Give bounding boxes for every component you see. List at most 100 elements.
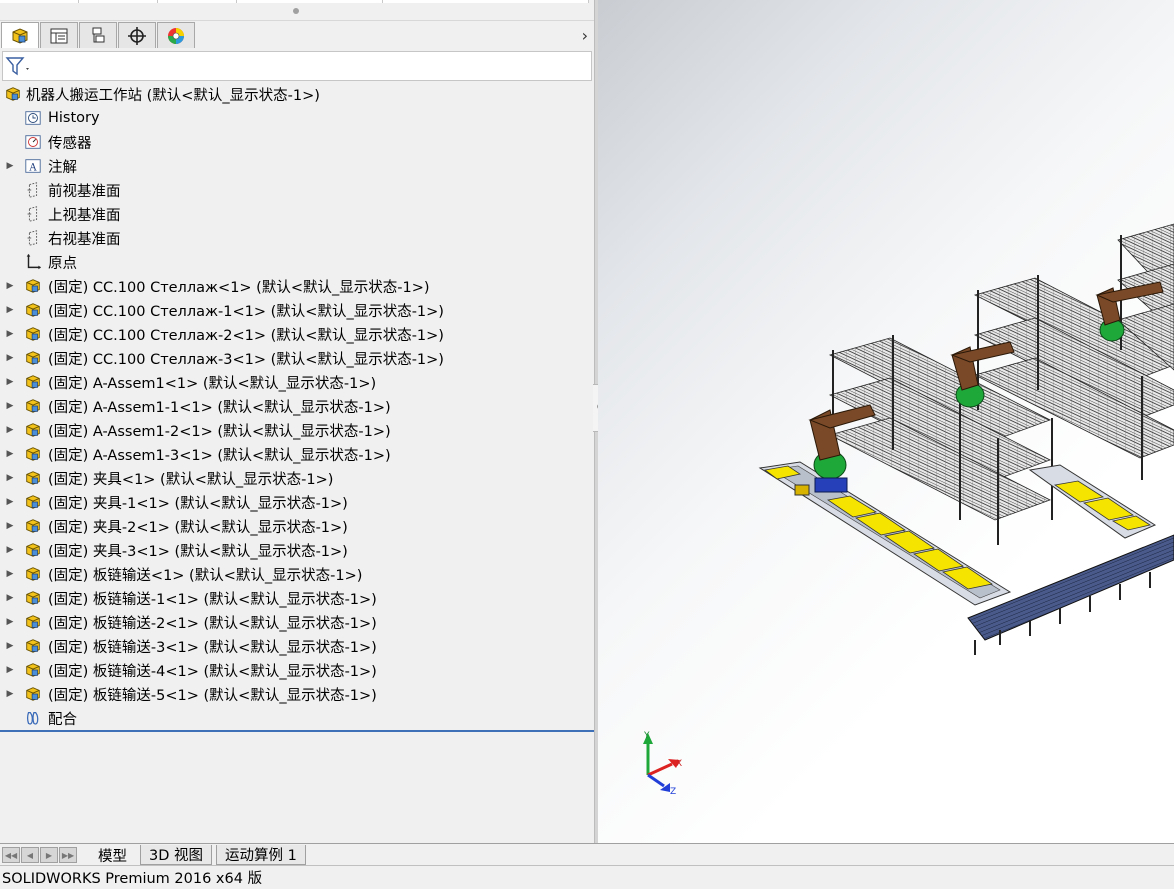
expand-arrow-icon[interactable]: ▶ <box>6 370 14 394</box>
tree-item[interactable]: ▶ (固定) A-Assem1-3<1> (默认<默认_显示状态-1>) <box>0 442 391 466</box>
tree-item[interactable]: 前视基准面 <box>0 178 121 202</box>
tree-item-label: (固定) 板链输送-1<1> (默认<默认_显示状态-1>) <box>48 591 377 608</box>
expand-arrow-icon[interactable]: ▶ <box>6 586 14 610</box>
robot-track-2[interactable] <box>1028 464 1157 539</box>
previous-tab-icon[interactable]: ◀ <box>21 847 39 863</box>
tree-filter-bar[interactable] <box>2 51 592 81</box>
header-segment <box>0 0 79 3</box>
dimxpert-manager-tab[interactable] <box>118 22 156 48</box>
tree-item[interactable]: 传感器 <box>0 130 92 154</box>
tree-item[interactable]: ▶ (固定) 板链输送-5<1> (默认<默认_显示状态-1>) <box>0 682 377 706</box>
tree-item-label: (固定) CC.100 Стеллаж-1<1> (默认<默认_显示状态-1>) <box>48 303 444 320</box>
feature-manager-panel: › 机器人搬运工作站 (默认<默认_显示状态-1>) History 传感器 ▶ A 注… <box>0 0 594 843</box>
tree-item[interactable]: ▶ (固定) CC.100 Стеллаж-2<1> (默认<默认_显示状态-1>… <box>0 322 444 346</box>
header-segment <box>158 0 237 3</box>
tree-item[interactable]: ▶ (固定) 板链输送-1<1> (默认<默认_显示状态-1>) <box>0 586 377 610</box>
header-segment <box>237 0 383 3</box>
tree-item[interactable]: 配合 <box>0 706 77 730</box>
tree-item[interactable]: 右视基准面 <box>0 226 121 250</box>
tree-item[interactable]: History <box>0 106 100 130</box>
expand-arrow-icon[interactable]: ▶ <box>6 298 14 322</box>
tree-item[interactable]: ▶ A 注解 <box>0 154 77 178</box>
manager-tabs: › <box>0 22 594 50</box>
tree-item[interactable]: 上视基准面 <box>0 202 121 226</box>
assembly-icon <box>24 325 42 343</box>
expand-arrow-icon[interactable]: ▶ <box>6 682 14 706</box>
tree-item[interactable]: ▶ (固定) 板链输送-2<1> (默认<默认_显示状态-1>) <box>0 610 377 634</box>
tree-item-label: (固定) CC.100 Стеллаж<1> (默认<默认_显示状态-1>) <box>48 279 430 296</box>
graphics-viewport[interactable]: Y X Z <box>598 0 1174 843</box>
tree-item-label: History <box>48 110 100 126</box>
property-manager-icon <box>50 28 68 43</box>
tree-item[interactable]: ▶ (固定) 夹具-3<1> (默认<默认_显示状态-1>) <box>0 538 348 562</box>
next-tab-icon[interactable]: ▶ <box>40 847 58 863</box>
tree-item-label: 注解 <box>48 159 77 176</box>
tree-item-label: (固定) 板链输送-3<1> (默认<默认_显示状态-1>) <box>48 639 377 656</box>
tab-3d-view[interactable]: 3D 视图 <box>140 845 212 865</box>
configuration-manager-icon <box>92 27 105 42</box>
assembly-icon <box>24 661 42 679</box>
chevron-right-icon[interactable]: › <box>582 26 588 45</box>
expand-arrow-icon[interactable]: ▶ <box>6 274 14 298</box>
tree-item-label: (固定) A-Assem1<1> (默认<默认_显示状态-1>) <box>48 375 377 392</box>
expand-arrow-icon[interactable]: ▶ <box>6 154 14 178</box>
expand-arrow-icon[interactable]: ▶ <box>6 418 14 442</box>
tree-item-label: (固定) CC.100 Стеллаж-2<1> (默认<默认_显示状态-1>) <box>48 327 444 344</box>
plane-icon <box>24 205 42 223</box>
tree-item[interactable]: ▶ (固定) A-Assem1-1<1> (默认<默认_显示状态-1>) <box>0 394 391 418</box>
tree-item[interactable]: ▶ (固定) 夹具<1> (默认<默认_显示状态-1>) <box>0 466 333 490</box>
expand-arrow-icon[interactable]: ▶ <box>6 538 14 562</box>
status-bar: SOLIDWORKS Premium 2016 x64 版 <box>0 865 1174 889</box>
tree-item-label: 右视基准面 <box>48 231 121 248</box>
tree-item-label: (固定) 夹具-3<1> (默认<默认_显示状态-1>) <box>48 543 348 560</box>
expand-arrow-icon[interactable]: ▶ <box>6 514 14 538</box>
assembly-model-view[interactable]: Y X Z <box>598 0 1174 843</box>
configuration-manager-tab[interactable] <box>79 22 117 48</box>
expand-arrow-icon[interactable]: ▶ <box>6 634 14 658</box>
tree-item-label: 原点 <box>48 255 77 272</box>
tree-item-label: (固定) 夹具-1<1> (默认<默认_显示状态-1>) <box>48 495 348 512</box>
mates-icon <box>24 709 42 727</box>
tree-item-label: 传感器 <box>48 135 92 152</box>
triad-x-label: X <box>676 759 682 769</box>
tree-item-label: (固定) 板链输送<1> (默认<默认_显示状态-1>) <box>48 567 363 584</box>
tab-motion-study[interactable]: 运动算例 1 <box>216 845 306 865</box>
feature-manager-tab[interactable] <box>1 22 39 48</box>
expand-arrow-icon[interactable]: ▶ <box>6 322 14 346</box>
tree-item[interactable]: ▶ (固定) CC.100 Стеллаж-1<1> (默认<默认_显示状态-1>… <box>0 298 444 322</box>
tree-item[interactable]: ▶ (固定) 板链输送<1> (默认<默认_显示状态-1>) <box>0 562 362 586</box>
expand-arrow-icon[interactable]: ▶ <box>6 562 14 586</box>
first-tab-icon[interactable]: ◀◀ <box>2 847 20 863</box>
expand-arrow-icon[interactable]: ▶ <box>6 658 14 682</box>
origin-icon <box>24 253 42 271</box>
tree-item-label: (固定) A-Assem1-1<1> (默认<默认_显示状态-1>) <box>48 399 391 416</box>
tree-item[interactable]: ▶ (固定) 夹具-1<1> (默认<默认_显示状态-1>) <box>0 490 348 514</box>
assembly-icon <box>24 397 42 415</box>
expand-arrow-icon[interactable]: ▶ <box>6 490 14 514</box>
tree-item[interactable]: ▶ (固定) CC.100 Стеллаж-3<1> (默认<默认_显示状态-1>… <box>0 346 444 370</box>
tree-item[interactable]: ▶ (固定) 板链输送-3<1> (默认<默认_显示状态-1>) <box>0 634 377 658</box>
expand-arrow-icon[interactable]: ▶ <box>6 442 14 466</box>
expand-arrow-icon[interactable]: ▶ <box>6 610 14 634</box>
tree-item[interactable]: ▶ (固定) 板链输送-4<1> (默认<默认_显示状态-1>) <box>0 658 377 682</box>
tree-item-label: (固定) 夹具-2<1> (默认<默认_显示状态-1>) <box>48 519 348 536</box>
expand-arrow-icon[interactable]: ▶ <box>6 346 14 370</box>
tree-item[interactable]: ▶ (固定) CC.100 Стеллаж<1> (默认<默认_显示状态-1>) <box>0 274 430 298</box>
tab-model[interactable]: 模型 <box>90 845 135 865</box>
filter-icon[interactable] <box>5 56 33 78</box>
tree-root[interactable]: 机器人搬运工作站 (默认<默认_显示状态-1>) <box>4 82 320 106</box>
crosshair-icon <box>128 26 146 45</box>
last-tab-icon[interactable]: ▶▶ <box>59 847 77 863</box>
property-manager-tab[interactable] <box>40 22 78 48</box>
tree-item-label: (固定) 夹具<1> (默认<默认_显示状态-1>) <box>48 471 334 488</box>
panel-resize-grip[interactable] <box>293 8 299 14</box>
tree-item[interactable]: ▶ (固定) A-Assem1-2<1> (默认<默认_显示状态-1>) <box>0 418 391 442</box>
assembly-icon <box>24 301 42 319</box>
tree-item[interactable]: ▶ (固定) 夹具-2<1> (默认<默认_显示状态-1>) <box>0 514 348 538</box>
expand-arrow-icon[interactable]: ▶ <box>6 394 14 418</box>
tree-item[interactable]: ▶ (固定) A-Assem1<1> (默认<默认_显示状态-1>) <box>0 370 376 394</box>
tree-item-label: (固定) A-Assem1-3<1> (默认<默认_显示状态-1>) <box>48 447 391 464</box>
tree-item[interactable]: 原点 <box>0 250 77 274</box>
display-manager-tab[interactable] <box>157 22 195 48</box>
expand-arrow-icon[interactable]: ▶ <box>6 466 14 490</box>
